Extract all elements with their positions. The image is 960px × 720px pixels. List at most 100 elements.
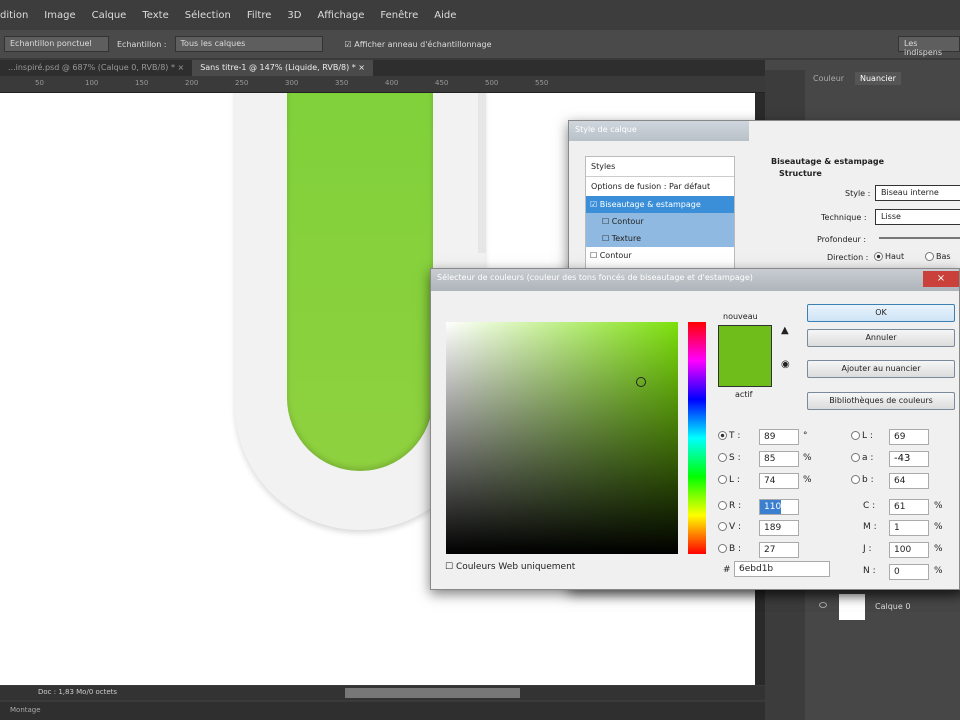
technique-label: Technique :: [821, 213, 867, 222]
close-icon[interactable]: ×: [923, 271, 959, 287]
menu-item[interactable]: Calque: [92, 10, 127, 21]
field-c[interactable]: [889, 499, 929, 515]
depth-slider[interactable]: [879, 237, 960, 239]
field-label-n: N :: [863, 566, 876, 576]
down-label: Bas: [936, 252, 951, 261]
menu-item[interactable]: Filtre: [247, 10, 272, 21]
contour-label: Contour: [611, 217, 644, 226]
u-right-edge: [478, 93, 486, 253]
ok-button[interactable]: OK: [807, 304, 955, 322]
menu-item[interactable]: Texte: [142, 10, 168, 21]
hue-slider[interactable]: [688, 322, 706, 554]
ruler-tick: 100: [85, 79, 99, 87]
field-lab-a[interactable]: -43: [889, 451, 929, 467]
web-colors-label: Couleurs Web uniquement: [455, 562, 576, 572]
show-ring-checkbox[interactable]: ☑ Afficher anneau d'échantillonnage: [345, 40, 492, 49]
bevel-label: Biseautage & estampage: [599, 200, 701, 209]
tab-swatches[interactable]: Nuancier: [855, 72, 901, 85]
unit-label: %: [934, 501, 943, 511]
menu-item[interactable]: Sélection: [185, 10, 231, 21]
ruler-tick: 200: [185, 79, 199, 87]
field-b[interactable]: [889, 473, 929, 489]
ruler-tick: 350: [335, 79, 349, 87]
tab-document-1[interactable]: ...inspiré.psd @ 687% (Calque 0, RVB/8) …: [0, 60, 192, 76]
field-label-b[interactable]: b :: [851, 475, 874, 485]
workspace-button[interactable]: Les indispens: [898, 36, 960, 57]
field-r[interactable]: [759, 499, 799, 515]
ruler-tick: 150: [135, 79, 149, 87]
ruler-tick: 250: [235, 79, 249, 87]
ruler-tick: 450: [435, 79, 449, 87]
direction-label: Direction :: [827, 253, 869, 262]
sample-size-select[interactable]: Echantillon ponctuel: [4, 36, 109, 52]
horizontal-scrollbar-thumb[interactable]: [345, 688, 520, 698]
sample-layers-select[interactable]: Tous les calques: [174, 36, 323, 52]
style-contour[interactable]: ☐ Contour: [586, 213, 734, 230]
ruler-tick: 300: [285, 79, 299, 87]
new-label: nouveau: [723, 312, 758, 321]
cancel-button[interactable]: Annuler: [807, 329, 955, 347]
field-label-lab_l[interactable]: L :: [851, 431, 873, 441]
doc-size: Doc : 1,83 Mo/0 octets: [38, 688, 118, 696]
menu-item[interactable]: Fenêtre: [380, 10, 418, 21]
field-label-l[interactable]: L :: [718, 475, 740, 485]
field-s[interactable]: [759, 451, 799, 467]
field-label-j: J :: [863, 544, 872, 554]
field-n[interactable]: [889, 564, 929, 580]
montage-label: Montage: [10, 706, 41, 714]
timeline-bar: Montage: [0, 702, 765, 720]
add-to-swatches-button[interactable]: Ajouter au nuancier: [807, 360, 955, 378]
field-lab_l[interactable]: [889, 429, 929, 445]
field-label-a[interactable]: a :: [851, 453, 873, 463]
field-label-m: M :: [863, 522, 877, 532]
gamut-warning-icon[interactable]: ▲: [781, 325, 789, 336]
menu-item[interactable]: dition: [0, 10, 28, 21]
web-colors-checkbox[interactable]: ☐ Couleurs Web uniquement: [445, 562, 575, 572]
field-m[interactable]: [889, 520, 929, 536]
ruler-tick: 50: [35, 79, 44, 87]
direction-down-radio[interactable]: Bas: [925, 252, 951, 261]
hex-input[interactable]: [734, 561, 830, 577]
menu-item[interactable]: Affichage: [317, 10, 364, 21]
color-picker-dialog: Sélecteur de couleurs (couleur des tons …: [430, 268, 960, 590]
tab-color[interactable]: Couleur: [813, 74, 844, 83]
field-label-t[interactable]: T :: [718, 431, 740, 441]
tab-label: ...inspiré.psd @ 687% (Calque 0, RVB/8) …: [8, 63, 175, 72]
menu-item[interactable]: Image: [44, 10, 75, 21]
style-texture[interactable]: ☐ Texture: [586, 230, 734, 247]
saturation-brightness-field[interactable]: [446, 322, 678, 554]
color-cursor[interactable]: [636, 377, 646, 387]
field-label-v[interactable]: V :: [718, 522, 741, 532]
style-bevel[interactable]: ☑ Biseautage & estampage: [586, 196, 734, 213]
field-b[interactable]: [759, 542, 799, 558]
tab-document-2[interactable]: Sans titre-1 @ 147% (Liquide, RVB/8) * ×: [192, 60, 374, 76]
document-tabs: ...inspiré.psd @ 687% (Calque 0, RVB/8) …: [0, 60, 765, 76]
field-t[interactable]: [759, 429, 799, 445]
style-contour-2[interactable]: ☐ Contour: [586, 247, 734, 264]
field-label-r[interactable]: R :: [718, 501, 741, 511]
field-label-c: C :: [863, 501, 876, 511]
web-safe-icon[interactable]: ◉: [781, 359, 790, 370]
color-libraries-button[interactable]: Bibliothèques de couleurs: [807, 392, 955, 410]
styles-header[interactable]: Styles: [586, 157, 734, 177]
field-l[interactable]: [759, 473, 799, 489]
layer-row[interactable]: Calque 0: [805, 590, 960, 624]
technique-select[interactable]: Lisse: [875, 209, 960, 225]
style-select[interactable]: Biseau interne: [875, 185, 960, 201]
field-label-b[interactable]: B :: [718, 544, 741, 554]
field-j[interactable]: [889, 542, 929, 558]
layer-thumbnail: [839, 594, 865, 620]
section-title: Biseautage & estampage: [771, 157, 885, 166]
unit-label: °: [803, 431, 808, 441]
unit-label: %: [934, 544, 943, 554]
contour2-label: Contour: [599, 251, 632, 260]
eye-icon[interactable]: [819, 602, 827, 608]
blend-options[interactable]: Options de fusion : Par défaut: [586, 177, 734, 196]
field-label-s[interactable]: S :: [718, 453, 741, 463]
current-label: actif: [735, 390, 753, 399]
direction-up-radio[interactable]: Haut: [874, 252, 904, 261]
menu-item[interactable]: Aide: [434, 10, 456, 21]
field-v[interactable]: [759, 520, 799, 536]
menu-item[interactable]: 3D: [287, 10, 301, 21]
up-label: Haut: [885, 252, 905, 261]
